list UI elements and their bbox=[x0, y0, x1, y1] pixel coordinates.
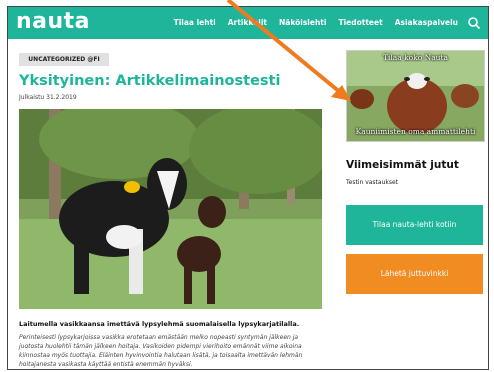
nav-artikkelit[interactable]: Artikkelit bbox=[228, 18, 267, 27]
hero-image bbox=[19, 109, 322, 309]
recent-post-link[interactable]: Testin vastaukset bbox=[346, 179, 398, 186]
publish-date: Julkaistu 31.2.2019 bbox=[19, 94, 77, 101]
main-nav: Tilaa lehti Artikkelit Näköislehti Tiedo… bbox=[174, 18, 458, 27]
ad-top-text: Tilaa koko Nauta bbox=[383, 53, 448, 62]
category-badge[interactable]: UNCATEGORIZED @FI bbox=[19, 53, 109, 66]
nav-asiakaspalvelu[interactable]: Asiakaspalvelu bbox=[395, 18, 458, 27]
article-title: Yksityinen: Artikkelimainostesti bbox=[19, 73, 281, 89]
search-icon[interactable] bbox=[467, 16, 481, 30]
subscribe-button[interactable]: Tilaa nauta-lehti kotiin bbox=[346, 205, 483, 245]
recent-posts-heading: Viimeisimmät jutut bbox=[346, 159, 459, 171]
image-caption: Laitumella vasikkaansa imettävä lypsyleh… bbox=[19, 320, 300, 328]
send-tip-button[interactable]: Lähetä juttuvinkki bbox=[346, 254, 483, 294]
nav-tilaa-lehti[interactable]: Tilaa lehti bbox=[174, 18, 216, 27]
browser-frame: nauta Tilaa lehti Artikkelit Näköislehti… bbox=[7, 6, 489, 370]
subscription-ad[interactable]: Tilaa koko Nauta Kauniimisten oma ammatt… bbox=[346, 50, 485, 142]
nav-tiedotteet[interactable]: Tiedotteet bbox=[338, 18, 382, 27]
site-logo[interactable]: nauta bbox=[16, 9, 90, 34]
article-body: Perinteisesti lypsykarjoissa vasikka ero… bbox=[19, 334, 303, 368]
nav-nakoislehti[interactable]: Näköislehti bbox=[279, 18, 326, 27]
site-header: nauta Tilaa lehti Artikkelit Näköislehti… bbox=[8, 7, 488, 39]
ad-bottom-text: Kauniimisten oma ammattilehti bbox=[355, 127, 476, 136]
